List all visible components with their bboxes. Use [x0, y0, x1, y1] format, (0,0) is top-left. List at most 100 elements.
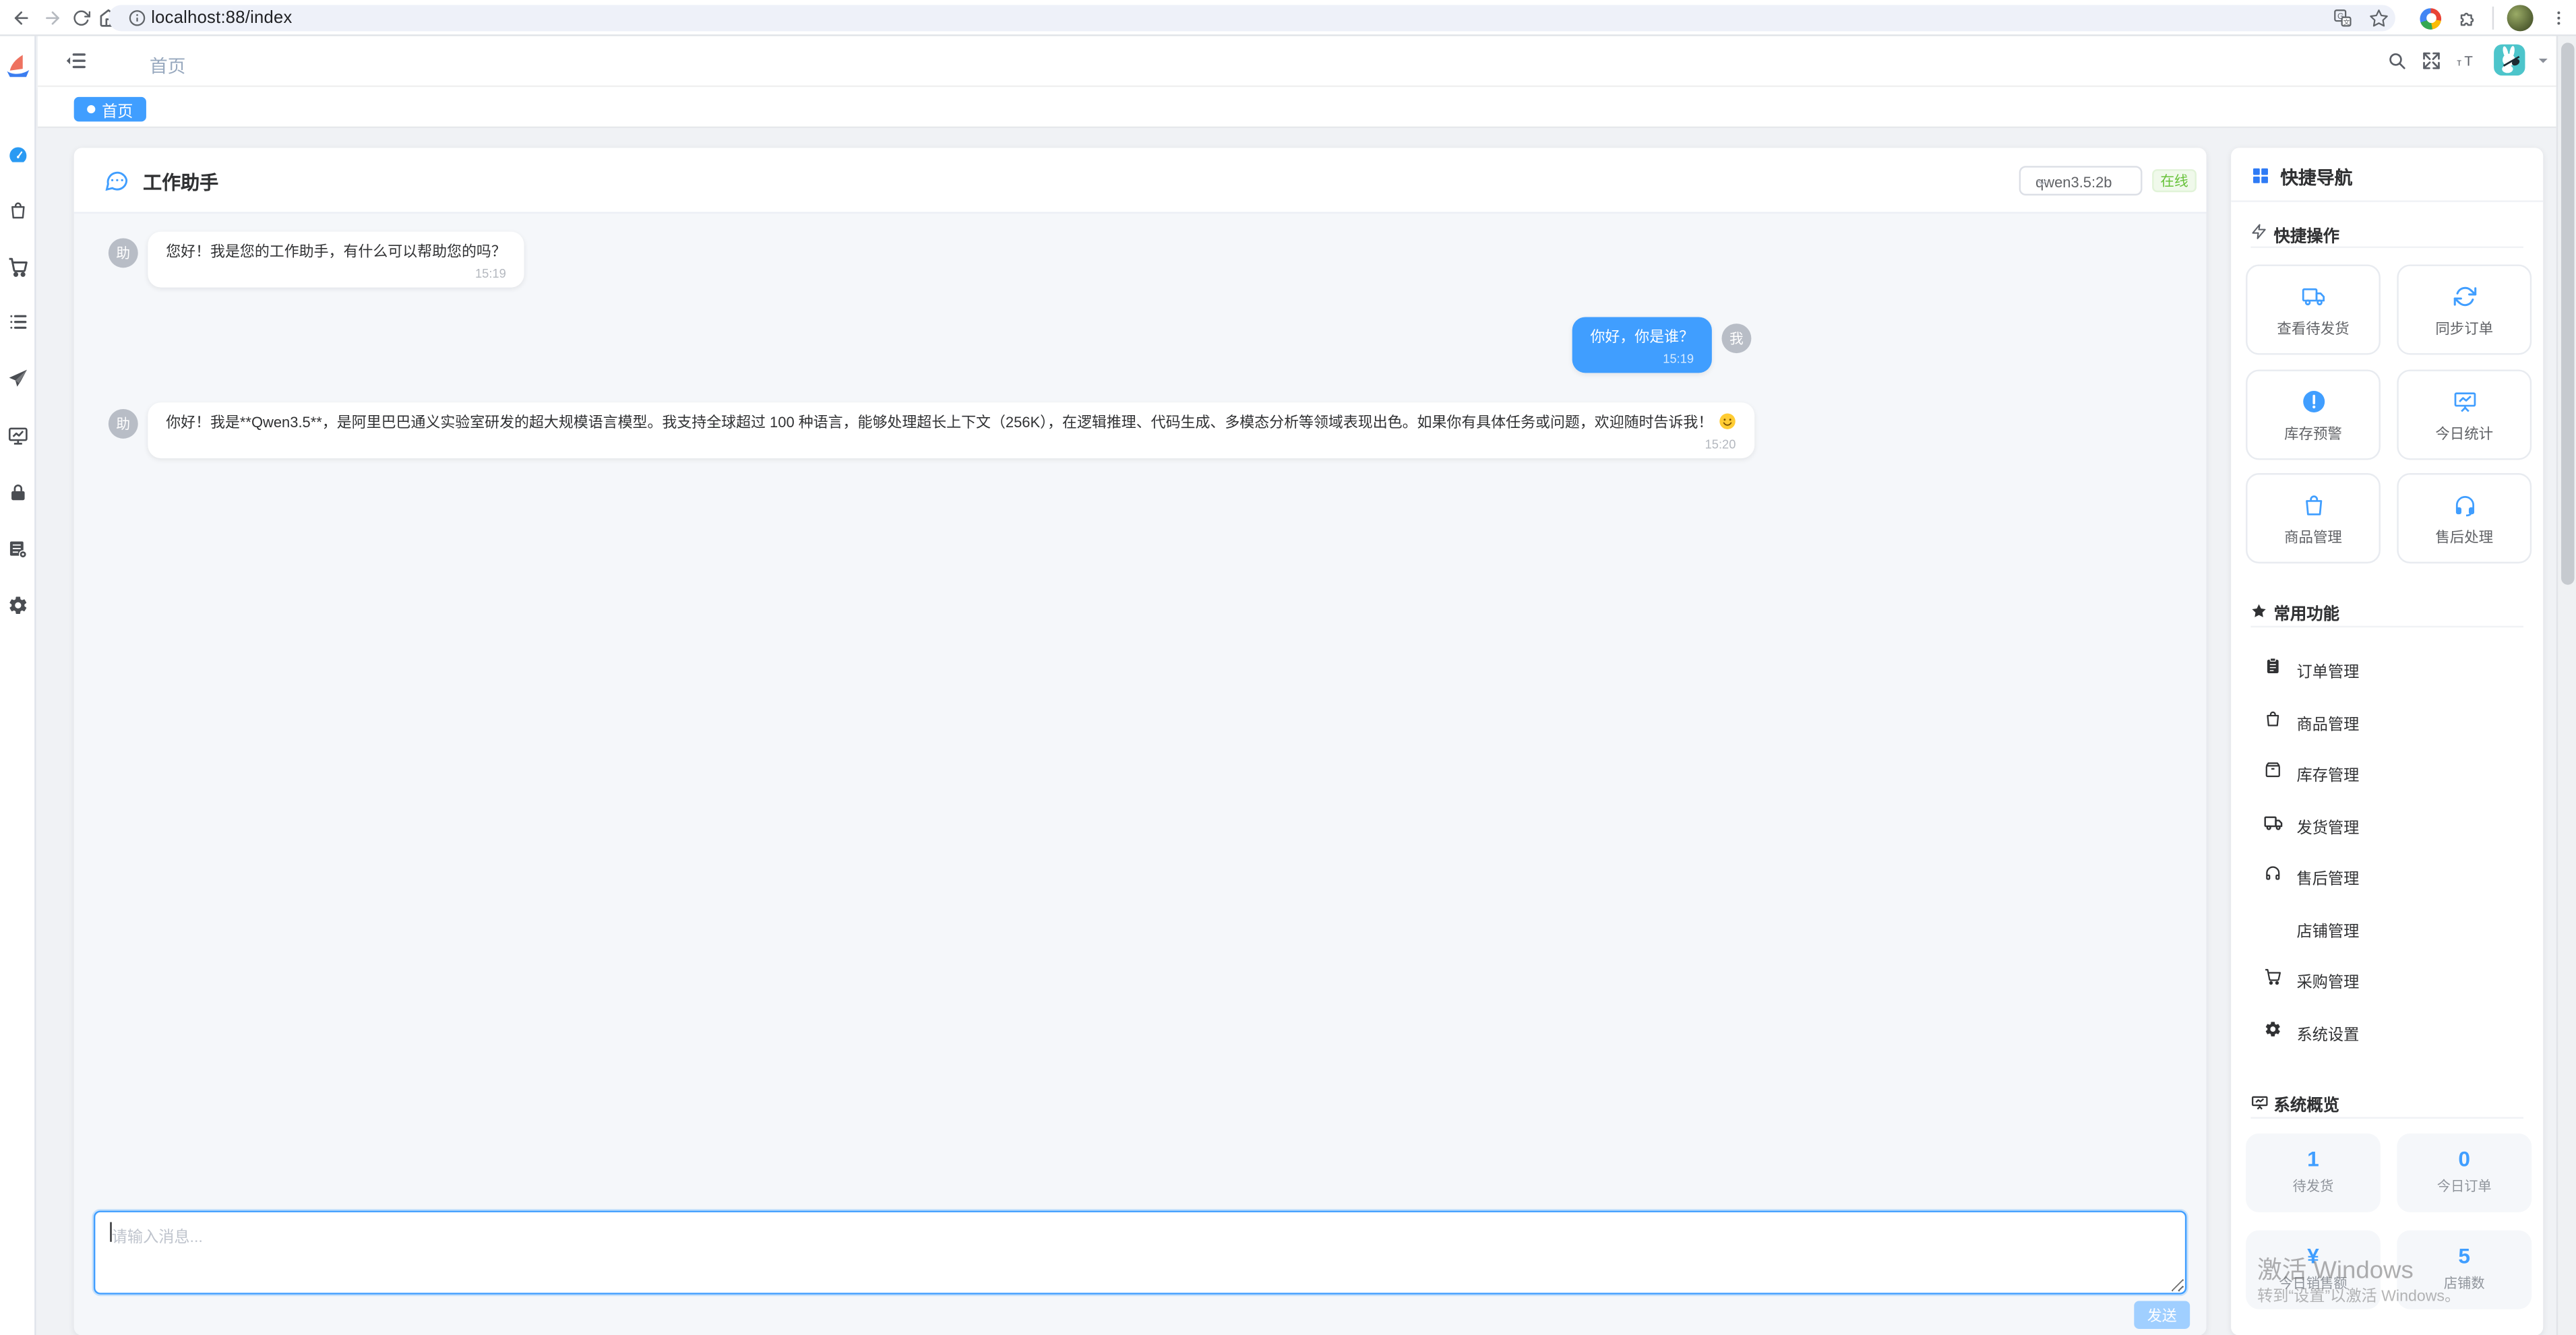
screen: G文 localhost:88/index — [0, 0, 2576, 1335]
url-text[interactable]: localhost:88/index — [151, 8, 292, 28]
quick-action-label: 商品管理 — [2248, 526, 2379, 547]
forward-icon[interactable] — [42, 7, 62, 27]
function-label: 商品管理 — [2297, 710, 2360, 733]
toolbar-separator — [2492, 7, 2494, 30]
message-time: 15:19 — [166, 266, 506, 281]
message-time: 15:20 — [166, 437, 1736, 452]
stat-today-orders: 0 今日订单 — [2397, 1134, 2532, 1212]
function-label: 库存管理 — [2297, 762, 2360, 785]
function-label: 店铺管理 — [2297, 917, 2360, 940]
user-avatar[interactable] — [2494, 44, 2525, 75]
address-bar[interactable]: G文 — [109, 5, 2395, 31]
quick-action-aftersale[interactable]: 售后处理 — [2397, 473, 2532, 563]
server-gear-icon[interactable] — [7, 539, 28, 561]
quick-action-view-pending-ship[interactable]: 查看待发货 — [2246, 264, 2381, 354]
gear-icon[interactable] — [7, 594, 28, 616]
status-badge: 在线 — [2152, 169, 2197, 192]
gear-icon — [2264, 1019, 2282, 1037]
stat-label: 待发货 — [2246, 1176, 2381, 1196]
profile-avatar[interactable] — [2507, 5, 2534, 31]
chat-message-assistant: 您好！我是您的工作助手，有什么可以帮助您的吗？ 15:19 — [148, 232, 524, 288]
model-select[interactable]: qwen3.5:2b — [2019, 166, 2143, 195]
chat-message-assistant: 你好！我是**Qwen3.5**，是阿里巴巴通义实验室研发的超大规模语言模型。我… — [148, 402, 1754, 458]
app-sidebar — [0, 36, 36, 1335]
font-size-icon[interactable]: тT — [2456, 51, 2479, 71]
quick-action-product-mgmt[interactable]: 商品管理 — [2246, 473, 2381, 563]
function-item-aftersale[interactable]: 售后管理 — [2231, 856, 2543, 892]
function-item-orders[interactable]: 订单管理 — [2231, 649, 2543, 685]
fullscreen-icon[interactable] — [2422, 51, 2441, 71]
caret-down-icon[interactable] — [2537, 54, 2550, 67]
stat-value: 5 — [2397, 1245, 2532, 1268]
chat-title: 工作助手 — [143, 169, 218, 195]
quick-action-sync-orders[interactable]: 同步订单 — [2397, 264, 2532, 354]
dashboard-gauge-icon[interactable] — [7, 145, 28, 166]
send-button[interactable]: 发送 — [2134, 1301, 2190, 1329]
search-icon[interactable] — [2387, 51, 2407, 71]
quick-nav-panel: 快捷导航 快捷操作 查看待发货 同步订单 库存预警 今日统计 商品管理 — [2231, 148, 2543, 1335]
quick-action-label: 今日统计 — [2399, 422, 2530, 443]
tag-label: 首页 — [102, 98, 133, 121]
monitor-chart-icon[interactable] — [7, 425, 28, 447]
system-overview-title: 系统概览 — [2274, 1091, 2340, 1116]
tag-home[interactable]: 首页 — [74, 97, 146, 122]
headset-icon — [2452, 493, 2477, 518]
windows-activation-watermark: 激活 Windows — [2257, 1251, 2414, 1286]
function-item-shops[interactable]: 店铺管理 — [2231, 908, 2543, 944]
divider — [2250, 1117, 2523, 1119]
message-text: 你好，你是谁？ — [1590, 327, 1694, 348]
page-scrollbar[interactable] — [2556, 36, 2576, 1335]
function-item-products[interactable]: 商品管理 — [2231, 701, 2543, 737]
function-item-settings[interactable]: 系统设置 — [2231, 1011, 2543, 1047]
function-label: 发货管理 — [2297, 814, 2360, 837]
svg-text:T: T — [2464, 54, 2473, 69]
svg-text:т: т — [2457, 58, 2461, 69]
refresh-icon — [2452, 284, 2477, 309]
extension-ring-icon[interactable] — [2420, 7, 2441, 29]
truck-icon — [2301, 284, 2326, 309]
message-input[interactable] — [94, 1210, 2186, 1294]
stat-pending-ship: 1 待发货 — [2246, 1134, 2381, 1212]
function-label: 系统设置 — [2297, 1021, 2360, 1044]
stat-label: 今日订单 — [2397, 1176, 2532, 1196]
paper-plane-icon[interactable] — [7, 368, 28, 390]
cart-icon — [2264, 968, 2282, 986]
translate-icon[interactable]: G文 — [2333, 8, 2352, 28]
scrollbar-thumb[interactable] — [2561, 42, 2575, 584]
shopping-bag-icon[interactable] — [7, 200, 27, 220]
assistant-avatar: 助 — [109, 238, 138, 268]
kebab-menu-icon[interactable] — [2550, 8, 2568, 26]
function-item-shipping[interactable]: 发货管理 — [2231, 804, 2543, 840]
cart-icon[interactable] — [7, 256, 28, 278]
quick-action-today-stats[interactable]: 今日统计 — [2397, 369, 2532, 460]
chat-header: 工作助手 qwen3.5:2b 在线 — [74, 148, 2207, 214]
chevron-down-icon — [2035, 176, 2130, 189]
divider — [2250, 247, 2523, 248]
bookmark-star-icon[interactable] — [2369, 8, 2389, 28]
function-item-inventory[interactable]: 库存管理 — [2231, 752, 2543, 788]
shopping-bag-icon — [2301, 493, 2326, 518]
breadcrumb[interactable]: 首页 — [150, 53, 186, 79]
browser-toolbar: G文 localhost:88/index — [0, 0, 2576, 36]
quick-nav-title: 快捷导航 — [2280, 164, 2352, 191]
back-icon[interactable] — [11, 7, 31, 27]
info-icon[interactable] — [128, 9, 146, 27]
active-dot — [87, 105, 95, 113]
extensions-puzzle-icon[interactable] — [2458, 7, 2478, 27]
function-item-purchasing[interactable]: 采购管理 — [2231, 960, 2543, 996]
chat-bubble-icon — [104, 168, 130, 194]
function-label: 订单管理 — [2297, 658, 2360, 681]
lock-icon[interactable] — [7, 483, 27, 503]
clipboard-icon — [2264, 657, 2282, 675]
function-label: 售后管理 — [2297, 866, 2360, 889]
shopping-bag-icon — [2264, 709, 2282, 727]
text-caret — [110, 1222, 111, 1242]
list-icon[interactable] — [7, 312, 27, 332]
collapse-sidebar-icon[interactable] — [66, 50, 88, 71]
common-functions-title: 常用功能 — [2274, 600, 2340, 625]
reload-icon[interactable] — [72, 8, 90, 26]
sailboat-logo[interactable] — [3, 53, 31, 80]
alert-circle-icon — [2301, 390, 2326, 414]
app-header: 首页 тT — [38, 36, 2556, 88]
quick-action-stock-alert[interactable]: 库存预警 — [2246, 369, 2381, 460]
